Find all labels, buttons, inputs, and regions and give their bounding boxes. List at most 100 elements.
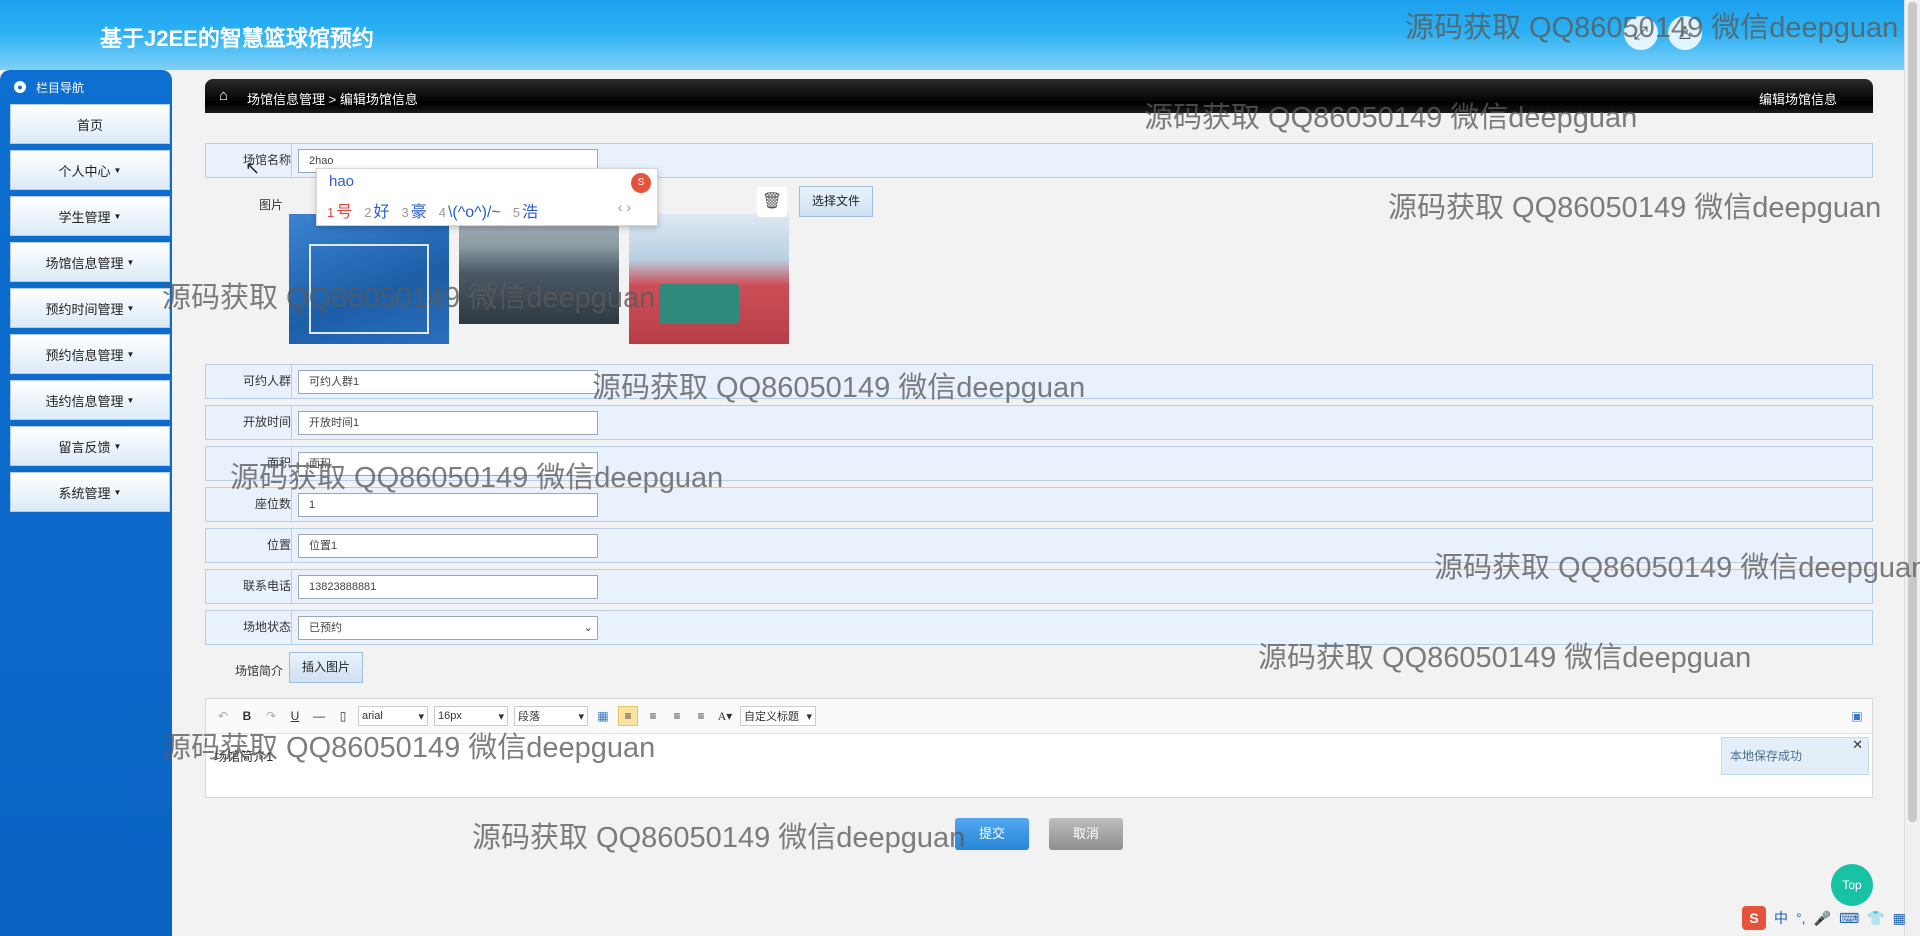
scrollbar-thumb[interactable] <box>1908 2 1917 822</box>
choose-file-button[interactable]: 选择文件 <box>799 186 873 217</box>
form-row-location: 位置 位置1 <box>205 528 1873 563</box>
ime-candidate[interactable]: 2好 <box>364 204 389 221</box>
sidebar-item[interactable]: 场馆信息管理 ▼ <box>10 242 170 282</box>
align-left-icon[interactable]: ≡ <box>618 706 638 726</box>
sidebar-item[interactable]: 预约时间管理 ▼ <box>10 288 170 328</box>
breadcrumb: ⌂ 场馆信息管理 > 编辑场馆信息 编辑场馆信息 <box>205 79 1873 113</box>
caret-down-icon: ▼ <box>113 211 122 221</box>
ime-candidate-number: 1 <box>327 205 335 220</box>
fullscreen-icon[interactable]: ▣ <box>1848 707 1866 725</box>
sidebar-item[interactable]: 预约信息管理 ▼ <box>10 334 170 374</box>
caret-down-icon: ▼ <box>113 165 122 175</box>
venue-image-1 <box>289 214 449 344</box>
ime-candidate[interactable]: 1号 <box>327 204 352 221</box>
sidebar-item-label: 违约信息管理 <box>45 393 124 409</box>
sidebar-item[interactable]: 留言反馈 ▼ <box>10 426 170 466</box>
ime-candidate-text: \(^o^)/~ <box>447 204 501 221</box>
label-open-time: 开放时间 <box>206 406 292 439</box>
align-justify-icon[interactable]: ≡ <box>692 707 710 725</box>
ime-candidate-number: 3 <box>401 205 409 220</box>
font-family-value: arial <box>362 710 383 722</box>
ime-candidate[interactable]: 4 \(^o^)/~ <box>439 204 501 221</box>
caret-down-icon: ▾ <box>806 710 812 723</box>
location-input[interactable]: 位置1 <box>298 534 598 558</box>
ime-candidate-text: 浩 <box>522 204 539 221</box>
ime-status-bar: S 中 °, 🎤 ⌨ 👕 ▦ <box>1742 906 1906 930</box>
ime-composition: hao <box>329 173 355 190</box>
caret-down-icon: ▾ <box>578 710 584 723</box>
app-title: 基于J2EE的智慧篮球馆预约 <box>100 26 374 51</box>
sidebar-item-label: 个人中心 <box>58 163 111 179</box>
label-intro: 场馆简介 <box>234 664 283 678</box>
caret-down-icon: ▼ <box>126 395 135 405</box>
page-icon[interactable]: ▯ <box>334 707 352 725</box>
sidebar-title: 栏目导航 <box>36 80 85 95</box>
home-icon[interactable]: ⌂ <box>219 87 228 104</box>
seats-input[interactable]: 1 <box>298 493 598 517</box>
align-center-icon[interactable]: ≡ <box>668 707 686 725</box>
label-crowd: 可约人群 <box>206 365 292 398</box>
sidebar-item[interactable]: 个人中心 ▼ <box>10 150 170 190</box>
form-row-seats: 座位数 1 <box>205 487 1873 522</box>
paragraph-value: 段落 <box>518 711 540 723</box>
status-select[interactable]: 已预约 ⌄ <box>298 616 598 640</box>
open-time-input[interactable]: 开放时间1 <box>298 411 598 435</box>
sidebar-item[interactable]: 首页 <box>10 104 170 144</box>
label-image: 图片 <box>258 198 283 212</box>
label-area: 面积 <box>206 447 292 480</box>
bold-icon[interactable]: B <box>238 707 256 725</box>
ime-candidate[interactable]: 3豪 <box>402 204 427 221</box>
status-select-value: 已预约 <box>309 622 342 634</box>
paragraph-select[interactable]: 段落 ▾ <box>514 706 588 726</box>
align-right-icon[interactable]: ≡ <box>644 707 662 725</box>
sidebar-item[interactable]: 学生管理 ▼ <box>10 196 170 236</box>
horizontal-rule-icon[interactable]: — <box>310 707 328 725</box>
page-scrollbar[interactable] <box>1904 0 1920 936</box>
skin-icon[interactable]: 👕 <box>1867 910 1884 927</box>
font-color-icon[interactable]: A▾ <box>716 707 734 725</box>
crowd-input[interactable]: 可约人群1 <box>298 370 598 394</box>
ime-candidate-text: 号 <box>336 204 353 221</box>
user-icon[interactable]: ♙ <box>1668 16 1702 50</box>
save-button[interactable]: 提交 <box>955 818 1029 850</box>
ime-candidate-number: 2 <box>364 205 372 220</box>
microphone-icon[interactable]: 🎤 <box>1814 910 1831 927</box>
insert-image-button[interactable]: 插入图片 <box>289 652 363 683</box>
sogou-icon[interactable]: S <box>1742 906 1766 930</box>
redo-icon[interactable]: ↷ <box>262 707 280 725</box>
ime-candidate-number: 5 <box>512 205 521 220</box>
sidebar-item-label: 系统管理 <box>58 485 111 501</box>
phone-input[interactable]: 13823888881 <box>298 575 598 599</box>
breadcrumb-path: 场馆信息管理 > 编辑场馆信息 <box>247 92 418 107</box>
close-icon[interactable]: ✕ <box>1852 727 1863 763</box>
sidebar-item-label: 预约信息管理 <box>45 347 124 363</box>
font-family-select[interactable]: arial ▾ <box>358 706 428 726</box>
expand-icon[interactable]: ⤢ <box>1624 16 1658 50</box>
sidebar-item-label: 预约时间管理 <box>45 301 124 317</box>
grid-icon[interactable]: ▦ <box>1893 910 1906 927</box>
ime-candidate[interactable]: 5浩 <box>513 204 538 221</box>
keyboard-icon[interactable]: ⌨ <box>1839 910 1859 927</box>
punctuation-icon[interactable]: °, <box>1796 910 1806 926</box>
undo-icon[interactable]: ↶ <box>214 707 232 725</box>
custom-title-select[interactable]: 自定义标题 ▾ <box>740 706 816 726</box>
sidebar-item[interactable]: 系统管理 ▼ <box>10 472 170 512</box>
trash-icon[interactable]: 🗑 <box>757 187 787 217</box>
cancel-button[interactable]: 取消 <box>1049 818 1123 850</box>
table-icon[interactable]: ▦ <box>594 707 612 725</box>
label-status: 场地状态 <box>206 611 292 644</box>
ime-candidate-text: 好 <box>373 204 390 221</box>
sidebar-item[interactable]: 违约信息管理 ▼ <box>10 380 170 420</box>
back-to-top-button[interactable]: Top <box>1831 864 1873 906</box>
underline-icon[interactable]: U <box>286 707 304 725</box>
area-input[interactable]: 面积 <box>298 452 598 476</box>
ime-candidate-number: 4 <box>438 205 446 220</box>
caret-down-icon: ▼ <box>113 487 122 497</box>
editor-content[interactable]: 场馆简介1 <box>206 734 1872 777</box>
label-phone: 联系电话 <box>206 570 292 603</box>
ime-candidate-text: 豪 <box>410 204 427 221</box>
font-size-select[interactable]: 16px ▾ <box>434 706 508 726</box>
ime-page-arrows[interactable]: ‹ › <box>618 199 631 215</box>
mouse-cursor-icon: ↖ <box>245 158 261 178</box>
ime-lang[interactable]: 中 <box>1774 908 1788 928</box>
